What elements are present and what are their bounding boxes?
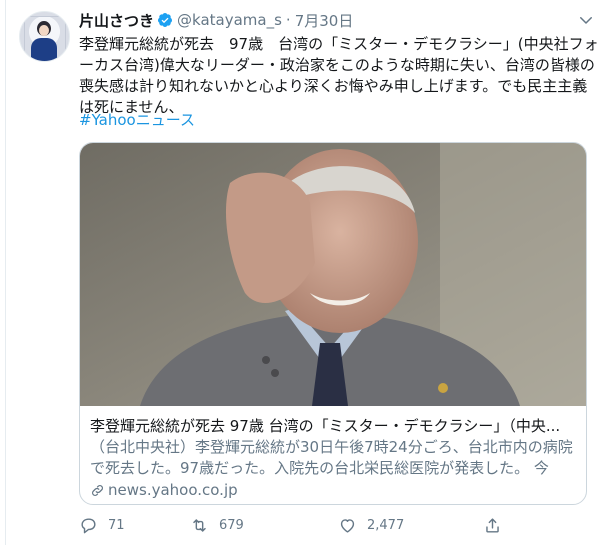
share-icon [486, 518, 499, 533]
card-domain-text: news.yahoo.co.jp [108, 481, 238, 499]
hashtag-link[interactable]: #Yahooニュース [79, 110, 195, 131]
retweet-icon [193, 519, 206, 532]
tweet-text: 李登輝元総統が死去 97歳 台湾の「ミスター・デモクラシー」(中央社フォーカス台… [79, 35, 599, 116]
card-description: （台北中央社）李登輝元総統が30日午後7時24分ごろ、台北市内の病院で死去した。… [90, 438, 573, 477]
link-icon [92, 484, 103, 496]
avatar[interactable] [19, 11, 70, 62]
tweet-date[interactable]: 7月30日 [295, 10, 354, 31]
share-button[interactable] [483, 516, 512, 535]
like-count: 2,477 [367, 518, 405, 533]
tweet-header: 片山さつき @katayama_s · 7月30日 [79, 10, 353, 30]
verified-badge-icon [158, 13, 173, 27]
chevron-down-icon[interactable] [577, 11, 595, 29]
reply-button[interactable]: 71 [79, 516, 125, 535]
avatar-body [31, 38, 57, 61]
reply-count: 71 [108, 518, 125, 533]
retweet-button[interactable]: 679 [190, 516, 244, 535]
heart-icon [340, 519, 355, 533]
card-domain[interactable]: news.yahoo.co.jp [90, 480, 238, 500]
author-name[interactable]: 片山さつき [79, 10, 154, 31]
news-photo [80, 143, 586, 406]
tweet-actions: 71 679 2,477 [79, 516, 519, 538]
like-button[interactable]: 2,477 [338, 516, 404, 535]
avatar-face [39, 25, 49, 36]
retweet-count: 679 [219, 518, 244, 533]
link-card[interactable]: 李登輝元総統が死去 97歳 台湾の「ミスター・デモクラシー」（中央... （台北… [79, 142, 587, 505]
reply-icon [81, 518, 96, 534]
card-title[interactable]: 李登輝元総統が死去 97歳 台湾の「ミスター・デモクラシー」（中央... [90, 416, 576, 437]
separator-dot: · [285, 11, 291, 29]
timeline-border [5, 0, 6, 545]
author-handle[interactable]: @katayama_s [177, 11, 282, 29]
